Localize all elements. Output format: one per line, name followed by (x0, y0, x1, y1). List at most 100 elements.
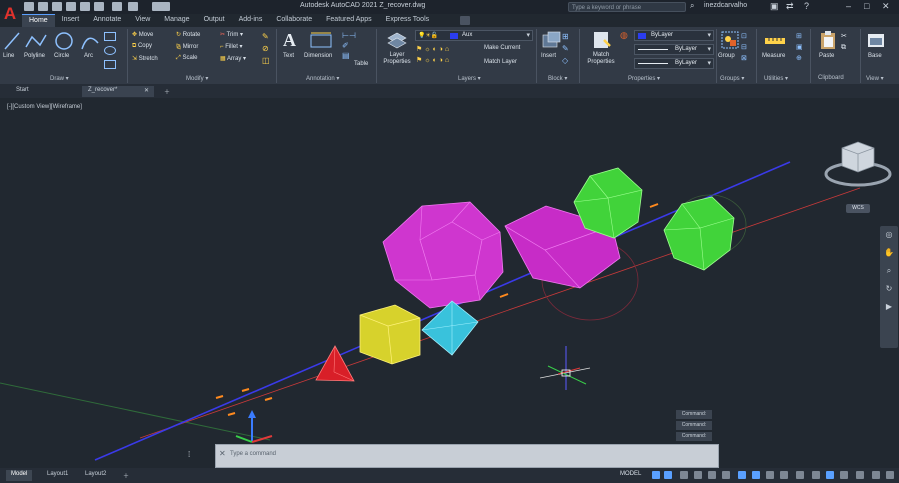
command-line[interactable]: ✕ Type a command (215, 444, 719, 468)
dimension-icon[interactable] (309, 31, 333, 51)
match-layer-button[interactable]: Match Layer (484, 59, 517, 65)
lineweight-icon[interactable] (752, 471, 760, 479)
layer-properties-icon[interactable] (386, 30, 408, 50)
minimize-icon[interactable]: – (846, 1, 851, 11)
viewcube[interactable] (822, 136, 894, 192)
zoom-icon[interactable]: ⌕ (880, 262, 898, 280)
tab-layout2[interactable]: Layout2 (80, 470, 111, 481)
layer-properties-button[interactable]: Layer Properties (380, 52, 414, 66)
copy-button[interactable]: ⧉ Copy (132, 43, 176, 50)
isodraft-icon[interactable] (708, 471, 716, 479)
fillet-button[interactable]: ⌐ Fillet ▾ (220, 43, 262, 50)
polar-icon[interactable] (694, 471, 702, 479)
workspace-icon[interactable] (812, 471, 820, 479)
stretch-button[interactable]: ⇲ Stretch (132, 55, 176, 62)
dimension-button[interactable]: Dimension (304, 53, 332, 59)
group-small-icons[interactable]: ⊡ ⊟ ⊠ (741, 31, 751, 67)
draw-panel-title[interactable]: Draw ▾ (50, 75, 69, 82)
orbit-icon[interactable]: ↻ (880, 280, 898, 298)
cart-icon[interactable]: ▣ (770, 1, 779, 12)
icosahedron[interactable] (663, 196, 735, 271)
text-icon[interactable]: A (283, 30, 296, 51)
tab-drawing[interactable]: Z_recover* ✕ (82, 86, 154, 97)
octahedron[interactable] (421, 300, 479, 356)
add-layout-icon[interactable]: ＋ (118, 470, 134, 481)
command-customize-icon[interactable]: ⁞ (188, 450, 190, 459)
tab-view[interactable]: View (128, 14, 157, 27)
measure-icon[interactable] (764, 32, 786, 50)
redo-icon[interactable] (128, 2, 138, 11)
ribbon-options-icon[interactable] (460, 16, 470, 25)
navigation-bar[interactable]: ◎ ✋ ⌕ ↻ ▶ (880, 226, 898, 348)
tab-layout1[interactable]: Layout1 (42, 470, 73, 481)
transparency-icon[interactable] (766, 471, 774, 479)
modify-extra-icons[interactable]: ✎ ⊘ ◫ (262, 31, 272, 71)
utilities-panel-title[interactable]: Utilities ▾ (764, 75, 788, 82)
base-button[interactable]: Base (868, 53, 882, 59)
layer-dropdown[interactable]: 💡☀🔓 Aux ▾ (415, 30, 533, 41)
command-close-icon[interactable]: ✕ (219, 449, 226, 458)
object-snap-tracking-icon[interactable] (722, 471, 730, 479)
tab-home[interactable]: Home (22, 14, 55, 28)
mirror-button[interactable]: ⧎ Mirror (176, 43, 220, 50)
insert-button[interactable]: Insert (541, 53, 556, 59)
undo-icon[interactable] (112, 2, 122, 11)
share-icon[interactable] (152, 2, 170, 11)
tab-output[interactable]: Output (197, 14, 232, 27)
clean-screen-icon[interactable] (872, 471, 880, 479)
quick-properties-icon[interactable] (840, 471, 848, 479)
group-icon[interactable] (720, 30, 740, 50)
new-icon[interactable] (24, 2, 34, 11)
clipboard-small-icons[interactable]: ✂ ⧉ (841, 31, 851, 67)
exchange-icon[interactable]: ⇄ (786, 1, 794, 12)
annotation-small-icons[interactable]: ⊢⊣ ✐ ▤ (342, 31, 356, 61)
model-space-scene[interactable] (0, 100, 899, 468)
layers-panel-title[interactable]: Layers ▾ (458, 75, 481, 82)
model-space-indicator[interactable]: MODEL (620, 471, 641, 477)
command-input[interactable]: Type a command (230, 451, 276, 457)
object-snap-icon[interactable] (738, 471, 746, 479)
maximize-icon[interactable]: □ (864, 1, 869, 11)
scale-button[interactable]: ⤢ Scale (176, 55, 220, 62)
arc-button[interactable]: Arc (84, 53, 93, 59)
line-button[interactable]: Line (3, 53, 14, 59)
tab-insert[interactable]: Insert (55, 14, 87, 27)
draw-small-tools[interactable] (104, 32, 122, 72)
annotation-panel-title[interactable]: Annotation ▾ (306, 75, 339, 82)
utilities-small-icons[interactable]: ⊞ ▣ ⊕ (796, 31, 806, 67)
new-tab-icon[interactable]: ＋ (158, 86, 176, 97)
grid-icon[interactable] (652, 471, 660, 479)
match-properties-button[interactable]: Match Properties (584, 52, 618, 66)
linetype-dropdown[interactable]: ByLayer ▾ (634, 58, 714, 69)
open-icon[interactable] (38, 2, 48, 11)
save-as-icon[interactable] (66, 2, 76, 11)
pan-icon[interactable]: ✋ (880, 244, 898, 262)
dodecahedron[interactable] (382, 201, 504, 309)
plot-icon[interactable] (94, 2, 104, 11)
save-icon[interactable] (52, 2, 62, 11)
help-icon[interactable]: ? (804, 1, 809, 11)
wcs-menu[interactable]: WCS (846, 204, 870, 213)
measure-button[interactable]: Measure (762, 53, 785, 59)
annotation-scale-icon[interactable] (796, 471, 804, 479)
steering-wheel-icon[interactable]: ◎ (880, 226, 898, 244)
view-panel-title[interactable]: View ▾ (866, 75, 884, 82)
web-mobile-icon[interactable] (80, 2, 90, 11)
text-button[interactable]: Text (283, 53, 294, 59)
circle-button[interactable]: Circle (54, 53, 69, 59)
isolate-objects-icon[interactable] (856, 471, 864, 479)
showmotion-icon[interactable]: ▶ (880, 298, 898, 316)
groups-panel-title[interactable]: Groups ▾ (720, 75, 744, 82)
units-icon[interactable] (826, 471, 834, 479)
move-button[interactable]: ✥ Move (132, 31, 176, 38)
tab-manage[interactable]: Manage (157, 14, 196, 27)
close-icon[interactable]: ✕ (882, 1, 890, 12)
user-name[interactable]: inezdcarvalho (704, 2, 747, 9)
trim-button[interactable]: ✂ Trim ▾ (220, 31, 262, 38)
tab-add-ins[interactable]: Add-ins (232, 14, 270, 27)
tab-collaborate[interactable]: Collaborate (269, 14, 319, 27)
snap-icon[interactable] (664, 471, 672, 479)
lineweight-dropdown[interactable]: ByLayer ▾ (634, 44, 714, 55)
tab-express-tools[interactable]: Express Tools (379, 14, 436, 27)
search-input[interactable]: Type a keyword or phrase (568, 2, 686, 12)
